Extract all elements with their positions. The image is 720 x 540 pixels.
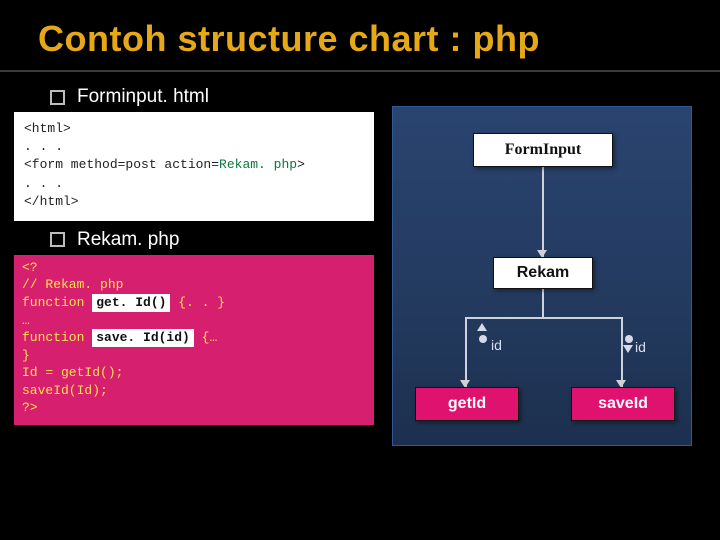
- code-line: }: [22, 347, 366, 365]
- node-saveid: saveId: [571, 387, 675, 421]
- right-column: id id FormInput Rekam getId saveId: [392, 84, 692, 446]
- code-line: <?: [22, 259, 366, 277]
- chart-edge: [465, 317, 623, 319]
- slide-title: Contoh structure chart : php: [0, 18, 720, 60]
- code-text: function: [22, 330, 92, 345]
- code-line: saveId(Id);: [22, 382, 366, 400]
- slide: Contoh structure chart : php Forminput. …: [0, 0, 720, 540]
- code-line: …: [22, 312, 366, 330]
- code-line: <form method=post action=Rekam. php>: [24, 156, 364, 174]
- code-line: function save. Id(id) {…: [22, 329, 366, 347]
- code-fn-name: get. Id(): [92, 294, 170, 312]
- code-fn-name: save. Id(id): [92, 329, 194, 347]
- code-text: {…: [194, 330, 217, 345]
- bullet-rekam-label: Rekam. php: [77, 229, 179, 251]
- code-line: . . .: [24, 138, 364, 156]
- code-highlight: Rekam. php: [219, 157, 297, 172]
- code-line: function get. Id() {. . }: [22, 294, 366, 312]
- code-text: >: [297, 157, 305, 172]
- data-dot-icon: [625, 335, 633, 343]
- structure-chart: id id FormInput Rekam getId saveId: [392, 106, 692, 446]
- code-line: // Rekam. php: [22, 276, 366, 294]
- code-line: <html>: [24, 120, 364, 138]
- data-arrow-up-icon: [477, 323, 487, 331]
- square-bullet-icon: [50, 232, 65, 247]
- code-line: Id = getId();: [22, 364, 366, 382]
- code-line: . . .: [24, 175, 364, 193]
- flow-label-id-left: id: [491, 337, 502, 353]
- left-column: Forminput. html <html> . . . <form metho…: [32, 84, 372, 446]
- code-forminput-html: <html> . . . <form method=post action=Re…: [14, 112, 374, 221]
- slide-content: Forminput. html <html> . . . <form metho…: [0, 78, 720, 446]
- node-forminput: FormInput: [473, 133, 613, 167]
- chart-edge: [542, 167, 544, 257]
- data-dot-icon: [479, 335, 487, 343]
- code-line: ?>: [22, 399, 366, 417]
- square-bullet-icon: [50, 90, 65, 105]
- title-divider: [0, 70, 720, 72]
- code-text: function: [22, 295, 92, 310]
- code-text: {. . }: [170, 295, 225, 310]
- node-getid: getId: [415, 387, 519, 421]
- bullet-forminput-label: Forminput. html: [77, 86, 209, 108]
- code-text: <form method=post action=: [24, 157, 219, 172]
- code-rekam-php: <? // Rekam. php function get. Id() {. .…: [14, 255, 374, 425]
- code-line: </html>: [24, 193, 364, 211]
- chart-edge: [465, 317, 467, 387]
- bullet-rekam: Rekam. php: [50, 229, 372, 251]
- flow-label-id-right: id: [635, 339, 646, 355]
- data-arrow-down-icon: [623, 345, 633, 353]
- chart-edge: [542, 289, 544, 317]
- node-rekam: Rekam: [493, 257, 593, 289]
- bullet-forminput: Forminput. html: [50, 86, 372, 108]
